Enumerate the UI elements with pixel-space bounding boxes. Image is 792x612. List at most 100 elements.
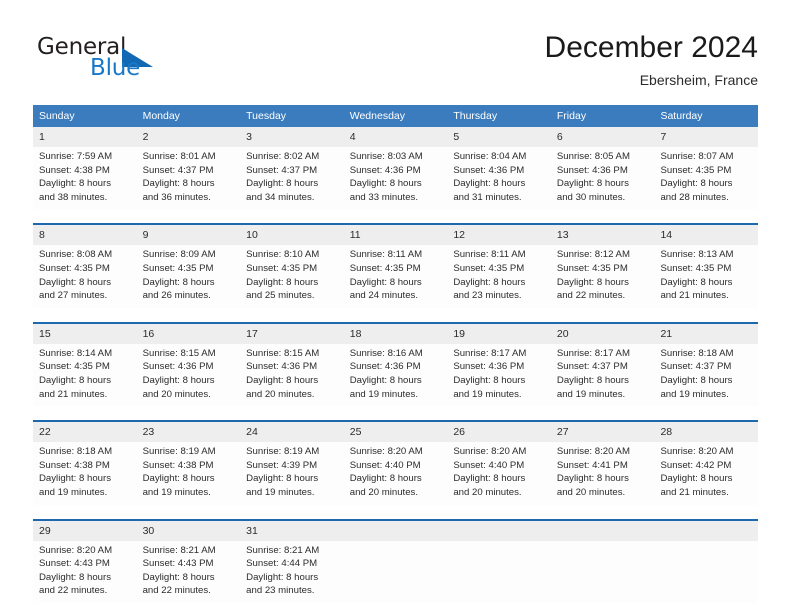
day-cell[interactable]: Sunrise: 8:13 AM Sunset: 4:35 PM Daylight:…	[654, 245, 758, 307]
day-number[interactable]: 22	[33, 422, 137, 442]
day-daylight2-text: and 19 minutes.	[453, 388, 522, 400]
day-daylight1-text: Daylight: 8 hours	[39, 571, 111, 583]
day-number[interactable]: 4	[344, 127, 448, 147]
day-cell[interactable]: Sunrise: 8:21 AM Sunset: 4:43 PM Daylight:…	[137, 541, 241, 603]
day-number[interactable]: 5	[447, 127, 551, 147]
day-cell[interactable]: Sunrise: 8:07 AM Sunset: 4:35 PM Daylight:…	[654, 147, 758, 209]
day-number[interactable]: 30	[137, 521, 241, 541]
day-number[interactable]: 14	[654, 225, 758, 245]
day-cell[interactable]: Sunrise: 8:16 AM Sunset: 4:36 PM Daylight:…	[344, 344, 448, 406]
day-daylight2-text: and 23 minutes.	[246, 585, 315, 597]
day-cell[interactable]: Sunrise: 8:19 AM Sunset: 4:38 PM Daylight:…	[137, 442, 241, 504]
day-sunset-text: Sunset: 4:35 PM	[556, 262, 628, 274]
day-cell[interactable]: Sunrise: 8:19 AM Sunset: 4:39 PM Daylight:…	[240, 442, 344, 504]
day-number[interactable]: 11	[344, 225, 448, 245]
day-number[interactable]: 16	[137, 324, 241, 344]
day-number[interactable]: 8	[33, 225, 137, 245]
day-number[interactable]: 1	[33, 127, 137, 147]
day-cell[interactable]: Sunrise: 8:08 AM Sunset: 4:35 PM Daylight:…	[33, 245, 137, 307]
day-daylight1-text: Daylight: 8 hours	[349, 276, 422, 288]
day-number[interactable]: 31	[240, 521, 344, 541]
day-cell[interactable]: Sunrise: 8:04 AM Sunset: 4:36 PM Daylight:…	[447, 147, 551, 209]
day-detail-row: Sunrise: 8:18 AM Sunset: 4:38 PM Daylight:…	[33, 442, 758, 505]
day-sunset-text: Sunset: 4:37 PM	[246, 164, 318, 176]
calendar-page: General Blue December 2024 Ebersheim, Fr…	[0, 0, 792, 612]
week-spacer	[33, 505, 758, 519]
day-number[interactable]: 29	[33, 521, 137, 541]
day-cell[interactable]: Sunrise: 8:15 AM Sunset: 4:36 PM Daylight:…	[240, 344, 344, 406]
day-number[interactable]: 26	[447, 422, 551, 442]
day-cell[interactable]: Sunrise: 8:11 AM Sunset: 4:35 PM Daylight:…	[447, 245, 551, 307]
day-daylight1-text: Daylight: 8 hours	[453, 374, 526, 386]
day-cell[interactable]: Sunrise: 8:12 AM Sunset: 4:35 PM Daylight:…	[551, 245, 655, 307]
day-sunrise-text: Sunrise: 8:20 AM	[556, 446, 630, 458]
day-sunset-text: Sunset: 4:37 PM	[660, 361, 732, 373]
day-cell[interactable]: Sunrise: 8:05 AM Sunset: 4:36 PM Daylight:…	[551, 147, 655, 209]
day-cell[interactable]: Sunrise: 7:59 AM Sunset: 4:38 PM Daylight:…	[33, 147, 137, 209]
day-number[interactable]: 23	[137, 422, 241, 442]
day-daylight1-text: Daylight: 8 hours	[660, 473, 733, 485]
day-number-empty	[551, 521, 655, 541]
day-number[interactable]: 27	[551, 422, 655, 442]
day-cell[interactable]: Sunrise: 8:20 AM Sunset: 4:43 PM Daylight:…	[33, 541, 137, 603]
day-cell[interactable]: Sunrise: 8:21 AM Sunset: 4:44 PM Daylight:…	[240, 541, 344, 603]
day-cell[interactable]: Sunrise: 8:18 AM Sunset: 4:38 PM Daylight:…	[33, 442, 137, 504]
day-number[interactable]: 25	[344, 422, 448, 442]
day-number[interactable]: 15	[33, 324, 137, 344]
day-number[interactable]: 21	[654, 324, 758, 344]
day-cell[interactable]: Sunrise: 8:20 AM Sunset: 4:42 PM Daylight:…	[654, 442, 758, 504]
day-cell[interactable]: Sunrise: 8:14 AM Sunset: 4:35 PM Daylight:…	[33, 344, 137, 406]
day-sunrise-text: Sunrise: 8:20 AM	[39, 544, 113, 556]
day-number[interactable]: 7	[654, 127, 758, 147]
day-sunset-text: Sunset: 4:36 PM	[453, 164, 525, 176]
day-cell[interactable]: Sunrise: 8:17 AM Sunset: 4:36 PM Daylight:…	[447, 344, 551, 406]
day-number[interactable]: 2	[137, 127, 241, 147]
weekday-header-sunday: Sunday	[39, 110, 75, 122]
day-number[interactable]: 19	[447, 324, 551, 344]
day-cell[interactable]: Sunrise: 8:10 AM Sunset: 4:35 PM Daylight:…	[240, 245, 344, 307]
day-number[interactable]: 10	[240, 225, 344, 245]
day-number[interactable]: 6	[551, 127, 655, 147]
day-number[interactable]: 3	[240, 127, 344, 147]
day-daylight2-text: and 20 minutes.	[556, 486, 626, 498]
day-number[interactable]: 17	[240, 324, 344, 344]
day-cell[interactable]: Sunrise: 8:18 AM Sunset: 4:37 PM Daylight:…	[654, 344, 758, 406]
day-sunrise-text: Sunrise: 8:17 AM	[453, 347, 527, 359]
day-sunset-text: Sunset: 4:36 PM	[349, 361, 421, 373]
day-cell[interactable]: Sunrise: 8:20 AM Sunset: 4:41 PM Daylight:…	[551, 442, 655, 504]
weekday-header-thursday: Thursday	[453, 110, 498, 122]
day-sunrise-text: Sunrise: 8:05 AM	[556, 151, 630, 162]
day-number[interactable]: 24	[240, 422, 344, 442]
day-cell[interactable]: Sunrise: 8:01 AM Sunset: 4:37 PM Daylight:…	[137, 147, 241, 209]
day-sunset-text: Sunset: 4:37 PM	[142, 164, 214, 176]
day-number[interactable]: 12	[447, 225, 551, 245]
day-sunrise-text: Sunrise: 8:09 AM	[142, 249, 216, 261]
day-cell[interactable]: Sunrise: 8:15 AM Sunset: 4:36 PM Daylight:…	[137, 344, 241, 406]
day-sunrise-text: Sunrise: 8:01 AM	[142, 151, 216, 162]
day-daylight1-text: Daylight: 8 hours	[246, 178, 319, 190]
general-blue-logo[interactable]: General Blue	[33, 34, 233, 90]
day-number[interactable]: 18	[344, 324, 448, 344]
day-sunset-text: Sunset: 4:35 PM	[660, 262, 732, 274]
day-cell[interactable]: Sunrise: 8:20 AM Sunset: 4:40 PM Daylight:…	[447, 442, 551, 504]
day-cell[interactable]: Sunrise: 8:02 AM Sunset: 4:37 PM Daylight:…	[240, 147, 344, 209]
day-cell[interactable]: Sunrise: 8:03 AM Sunset: 4:36 PM Daylight:…	[344, 147, 448, 209]
day-cell[interactable]: Sunrise: 8:20 AM Sunset: 4:40 PM Daylight:…	[344, 442, 448, 504]
day-daylight2-text: and 22 minutes.	[556, 290, 626, 302]
day-number[interactable]: 9	[137, 225, 241, 245]
day-sunrise-text: Sunrise: 8:14 AM	[39, 347, 113, 359]
day-number[interactable]: 28	[654, 422, 758, 442]
day-number[interactable]: 13	[551, 225, 655, 245]
day-sunset-text: Sunset: 4:35 PM	[142, 262, 214, 274]
day-cell[interactable]: Sunrise: 8:09 AM Sunset: 4:35 PM Daylight:…	[137, 245, 241, 307]
day-daylight2-text: and 19 minutes.	[349, 388, 419, 400]
day-daylight1-text: Daylight: 8 hours	[349, 374, 422, 386]
day-cell[interactable]: Sunrise: 8:17 AM Sunset: 4:37 PM Daylight:…	[551, 344, 655, 406]
day-sunset-text: Sunset: 4:40 PM	[453, 459, 525, 471]
location-subtitle: Ebersheim, France	[639, 72, 758, 88]
calendar-week-row: 29 30 31 Sunrise: 8:20 AM Sunset: 4:43 PM Day…	[33, 518, 758, 603]
day-number[interactable]: 20	[551, 324, 655, 344]
day-cell[interactable]: Sunrise: 8:11 AM Sunset: 4:35 PM Daylight:…	[344, 245, 448, 307]
day-number-row: 22 23 24 25 26 27 28	[33, 422, 758, 443]
day-sunset-text: Sunset: 4:35 PM	[246, 262, 318, 274]
